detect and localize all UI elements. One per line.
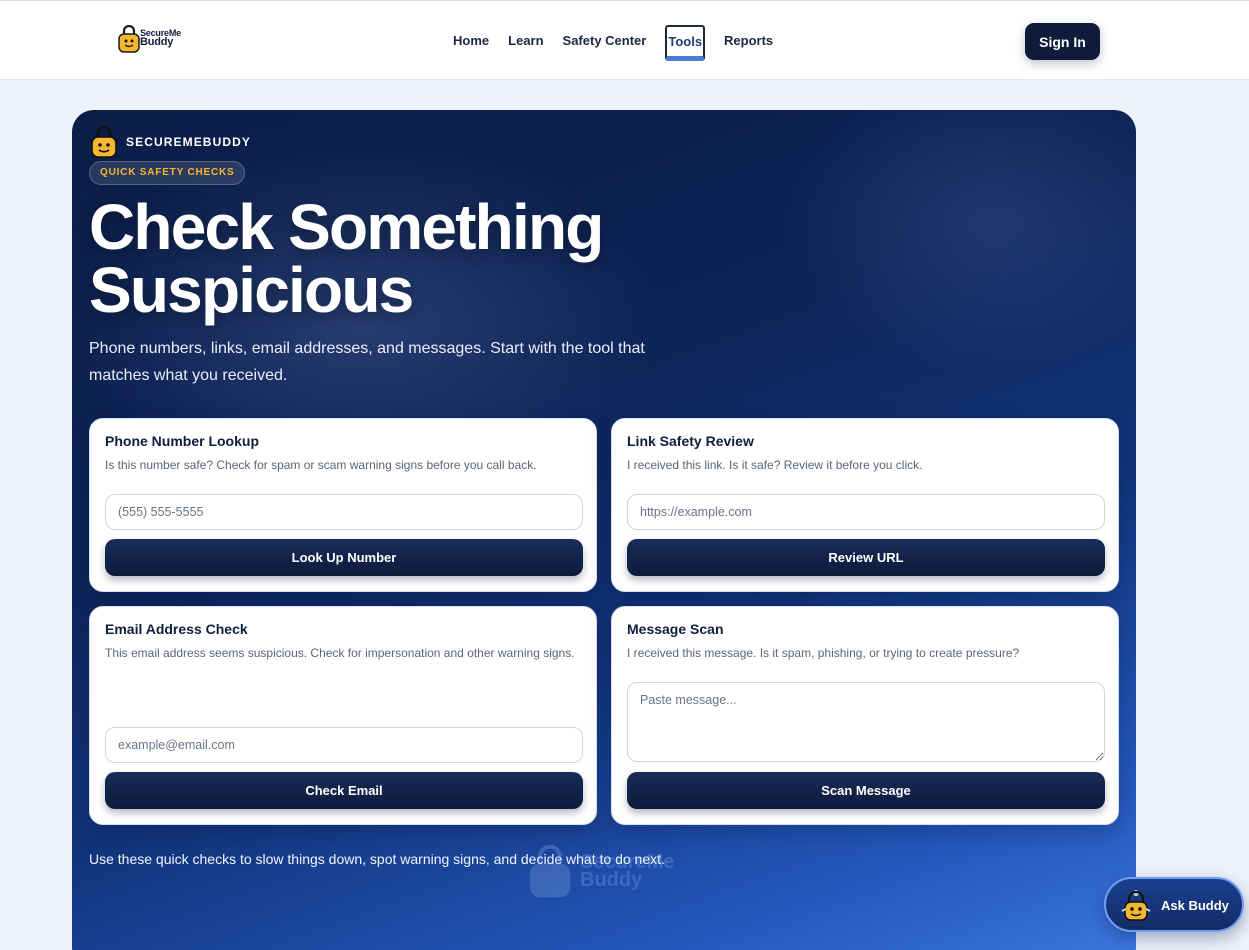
top-navigation: SecureMe Buddy Home Learn Safety Center … [0, 0, 1249, 80]
message-textarea[interactable] [627, 682, 1105, 762]
card-description: Is this number safe? Check for spam or s… [105, 458, 537, 472]
logo-text: SecureMe Buddy [140, 29, 181, 48]
email-check-card: Email Address Check This email address s… [89, 606, 597, 825]
card-description: I received this link. Is it safe? Review… [627, 458, 923, 472]
logo-line-2: Buddy [140, 36, 174, 48]
card-title: Phone Number Lookup [105, 433, 259, 449]
card-title: Link Safety Review [627, 433, 754, 449]
hero-footer-text: Use these quick checks to slow things do… [89, 851, 665, 867]
ask-buddy-button[interactable]: Ask Buddy [1104, 877, 1244, 932]
hero-brand: SECUREMEBUDDY [91, 126, 251, 158]
card-description: I received this message. Is it spam, phi… [627, 646, 1020, 660]
logo[interactable]: SecureMe Buddy [118, 24, 190, 57]
phone-lookup-card: Phone Number Lookup Is this number safe?… [89, 418, 597, 592]
nav-home[interactable]: Home [453, 32, 489, 50]
title-line-1: Check Something [89, 191, 604, 263]
page-title: Check Something Suspicious [89, 195, 729, 322]
ask-buddy-label: Ask Buddy [1161, 898, 1229, 913]
card-title: Email Address Check [105, 621, 248, 637]
page-subtitle: Phone numbers, links, email addresses, a… [89, 340, 645, 384]
nav-reports[interactable]: Reports [724, 32, 773, 50]
nav-tools[interactable]: Tools [665, 25, 706, 61]
brand-name: SECUREMEBUDDY [126, 135, 251, 149]
hero-panel: SECUREMEBUDDY QUICK SAFETY CHECKS Check … [72, 110, 1136, 950]
shield-mascot-icon [118, 24, 140, 53]
check-email-button[interactable]: Check Email [105, 772, 583, 809]
main-nav: Home Learn Safety Center Tools Reports [453, 25, 792, 61]
link-safety-card: Link Safety Review I received this link.… [611, 418, 1119, 592]
review-url-button[interactable]: Review URL [627, 539, 1105, 576]
email-input[interactable] [105, 727, 583, 763]
section-badge: QUICK SAFETY CHECKS [89, 161, 246, 185]
scan-message-button[interactable]: Scan Message [627, 772, 1105, 809]
phone-number-input[interactable] [105, 494, 583, 530]
card-description: This email address seems suspicious. Che… [105, 646, 575, 660]
title-line-2: Suspicious [89, 254, 414, 326]
card-title: Message Scan [627, 621, 724, 637]
mascot-icon [1121, 890, 1151, 921]
nav-safety-center[interactable]: Safety Center [563, 32, 647, 50]
shield-mascot-icon [91, 126, 117, 158]
look-up-number-button[interactable]: Look Up Number [105, 539, 583, 576]
url-input[interactable] [627, 494, 1105, 530]
sign-in-button[interactable]: Sign In [1025, 23, 1100, 60]
watermark-line-2: Buddy [580, 869, 643, 891]
nav-learn[interactable]: Learn [508, 32, 543, 50]
message-scan-card: Message Scan I received this message. Is… [611, 606, 1119, 825]
